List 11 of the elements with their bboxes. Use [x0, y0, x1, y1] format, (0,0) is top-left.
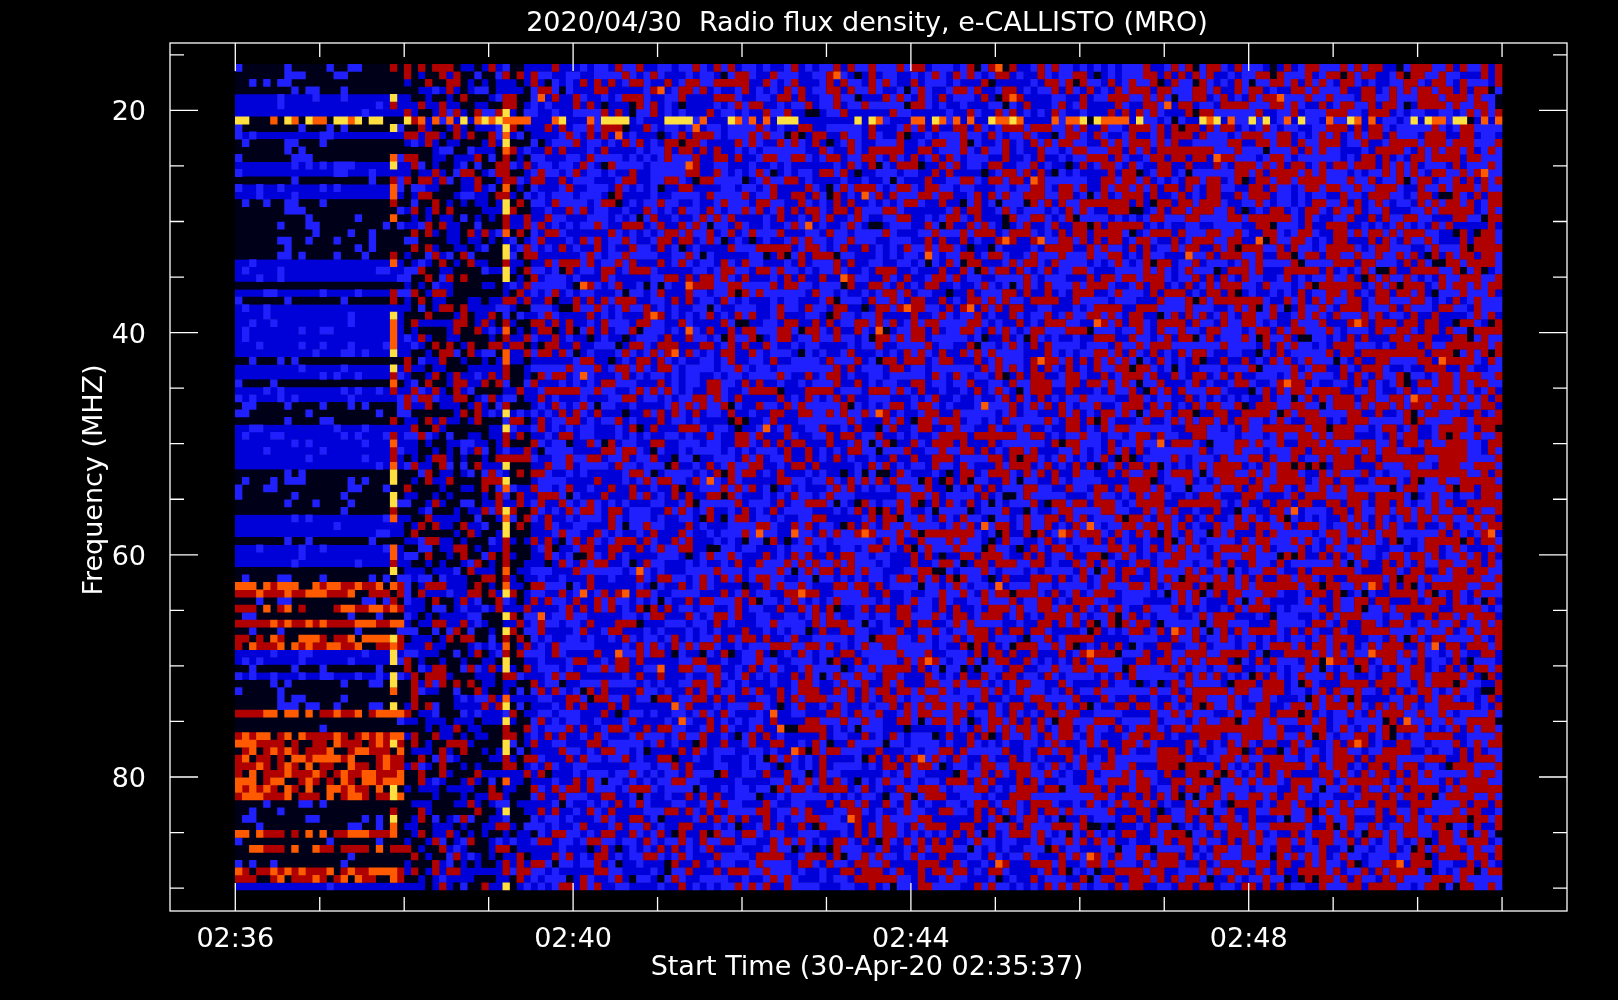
x-tick-label: 02:44 — [872, 922, 950, 953]
y-tick-label: 80 — [111, 762, 146, 793]
y-tick-label: 20 — [111, 95, 146, 127]
plot-title: 2020/04/30 Radio flux density, e-CALLISTO (MRO) — [526, 6, 1208, 37]
x-tick-label: 02:36 — [196, 922, 275, 953]
y-tick-label: 60 — [111, 539, 146, 571]
x-axis-label: Start Time (30-Apr-20 02:35:37) — [650, 950, 1084, 981]
x-tick-label: 02:40 — [534, 922, 612, 953]
y-tick-label: 40 — [111, 317, 146, 349]
x-tick-label: 02:48 — [1209, 922, 1288, 953]
y-axis-label: Frequency (MHZ) — [77, 364, 108, 596]
